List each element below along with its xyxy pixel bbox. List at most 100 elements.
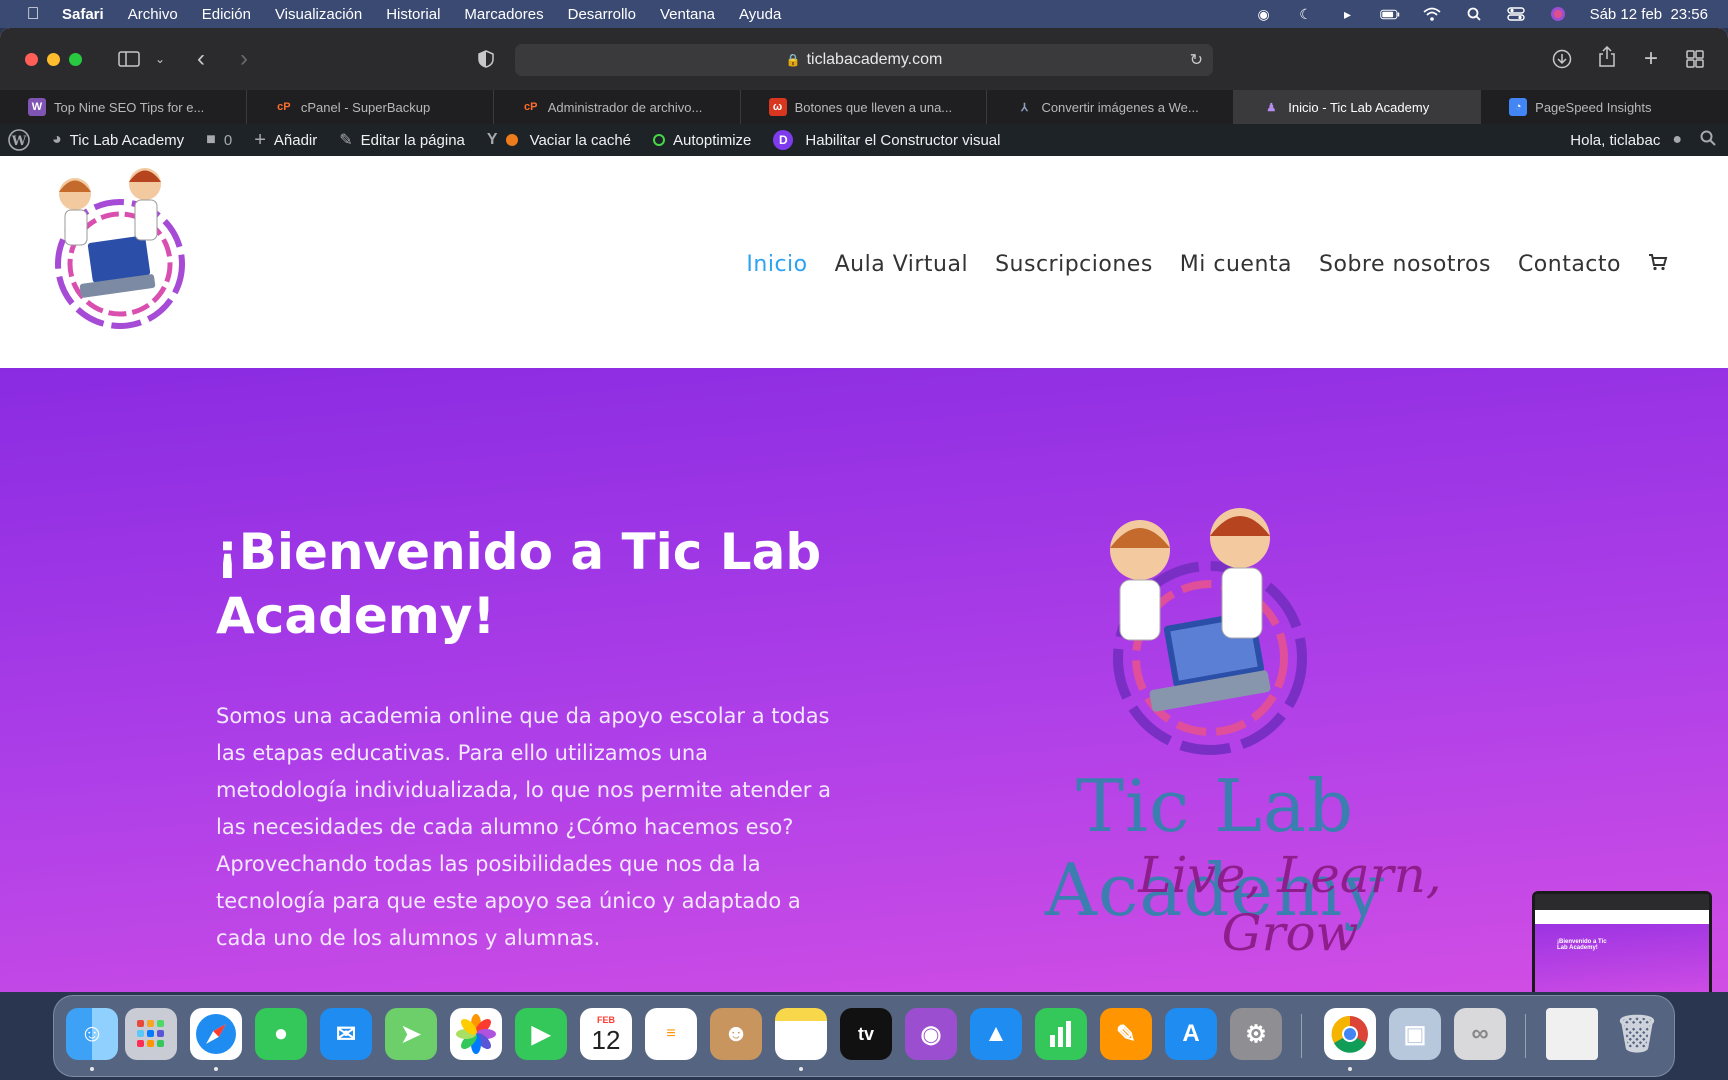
comment-bubble-icon: ■: [206, 131, 216, 148]
apple-icon[interactable]: : [22, 4, 44, 24]
menu-ayuda[interactable]: Ayuda: [739, 6, 781, 23]
back-icon[interactable]: ‹: [187, 45, 215, 73]
tab-overview-icon[interactable]: [1681, 45, 1709, 73]
calendar-icon[interactable]: FEB 12: [580, 1008, 632, 1060]
link-app-icon[interactable]: ∞: [1454, 1008, 1506, 1060]
wp-comments[interactable]: ■ 0: [206, 131, 232, 149]
maps-icon[interactable]: ➤: [385, 1008, 437, 1060]
trash-icon[interactable]: 🗑: [1611, 1008, 1663, 1060]
pencil-icon: ✎: [339, 132, 353, 149]
site-logo[interactable]: [40, 164, 200, 334]
wp-site-menu[interactable]: ◕ Tic Lab Academy: [52, 131, 184, 149]
photos-icon[interactable]: [450, 1008, 502, 1060]
tab-convertir-imagenes[interactable]: ⅄ Convertir imágenes a We...: [987, 90, 1235, 124]
nav-sobre-nosotros[interactable]: Sobre nosotros: [1319, 252, 1491, 277]
finder-icon[interactable]: ☺: [66, 1008, 118, 1060]
recent-window-icon[interactable]: [1546, 1008, 1598, 1060]
wp-clear-cache[interactable]: Vaciar la caché: [530, 132, 631, 149]
reload-icon[interactable]: ↻: [1190, 50, 1203, 70]
wp-edit-page[interactable]: ✎ Editar la página: [339, 130, 465, 150]
nav-mi-cuenta[interactable]: Mi cuenta: [1180, 252, 1292, 277]
apple-tv-icon[interactable]: tv: [840, 1008, 892, 1060]
nav-contacto[interactable]: Contacto: [1518, 252, 1621, 277]
wp-visual-builder[interactable]: D Habilitar el Constructor visual: [773, 130, 1000, 150]
tab-label: PageSpeed Insights: [1535, 99, 1652, 115]
forward-icon[interactable]: ›: [230, 45, 258, 73]
tab-label: Administrador de archivo...: [547, 99, 703, 115]
cart-icon[interactable]: [1648, 253, 1668, 276]
launchpad-icon[interactable]: [125, 1008, 177, 1060]
menu-ventana[interactable]: Ventana: [660, 6, 715, 23]
system-preferences-icon[interactable]: ⚙: [1230, 1008, 1282, 1060]
pages-icon[interactable]: ✎: [1100, 1008, 1152, 1060]
preview-icon[interactable]: ▣: [1389, 1008, 1441, 1060]
chrome-icon[interactable]: [1324, 1008, 1376, 1060]
wp-autoptimize[interactable]: Autoptimize: [653, 132, 751, 149]
menu-visualizacion[interactable]: Visualización: [275, 6, 362, 23]
reminders-icon[interactable]: ≡: [645, 1008, 697, 1060]
tab-label: Convertir imágenes a We...: [1041, 99, 1199, 115]
mail-icon[interactable]: ✉: [320, 1008, 372, 1060]
moon-icon[interactable]: ☾: [1296, 6, 1316, 22]
podcasts-icon[interactable]: ◉: [905, 1008, 957, 1060]
menubar-datetime[interactable]: Sáb 12 feb 23:56: [1590, 6, 1708, 23]
safari-icon[interactable]: [190, 1008, 242, 1060]
divi-icon: D: [773, 130, 794, 150]
yoast-icon[interactable]: Y: [487, 131, 518, 149]
user-avatar-icon[interactable]: ●: [1672, 131, 1682, 149]
facetime-icon[interactable]: ▶: [515, 1008, 567, 1060]
close-window-button[interactable]: [25, 53, 38, 66]
menu-app-name[interactable]: Safari: [62, 6, 104, 23]
dashboard-icon: ◕: [52, 131, 62, 148]
brand-tagline: Live, Learn, Grow: [1138, 846, 1442, 962]
nav-suscripciones[interactable]: Suscripciones: [995, 252, 1153, 277]
siri-icon[interactable]: [1548, 6, 1568, 22]
menu-archivo[interactable]: Archivo: [128, 6, 178, 23]
menu-marcadores[interactable]: Marcadores: [464, 6, 543, 23]
keynote-icon[interactable]: ▲: [970, 1008, 1022, 1060]
downloads-icon[interactable]: [1548, 45, 1576, 73]
tab-file-manager[interactable]: cP Administrador de archivo...: [494, 90, 741, 124]
menu-desarrollo[interactable]: Desarrollo: [568, 6, 636, 23]
site-favicon-icon: ω: [768, 98, 787, 116]
messages-icon[interactable]: ●: [255, 1008, 307, 1060]
wordpress-logo-icon[interactable]: W: [8, 129, 30, 151]
address-bar[interactable]: 🔒 ticlabacademy.com ↻: [515, 44, 1213, 76]
share-icon[interactable]: [1593, 43, 1621, 71]
chevron-down-icon[interactable]: ⌄: [146, 45, 174, 73]
zoom-window-button[interactable]: [69, 53, 82, 66]
safari-toolbar: ⌄ ‹ › 🔒 ticlabacademy.com ↻ +: [0, 28, 1728, 90]
notes-icon[interactable]: [775, 1008, 827, 1060]
menu-historial[interactable]: Historial: [386, 6, 440, 23]
screenshot-thumbnail[interactable]: ¡Bienvenido a Tic Lab Academy!: [1532, 891, 1712, 992]
sidebar-toggle-icon[interactable]: [115, 45, 143, 73]
tab-inicio-active[interactable]: ♟ Inicio - Tic Lab Academy: [1234, 90, 1482, 124]
cpanel-favicon-icon: cP: [523, 101, 538, 113]
creative-cloud-icon[interactable]: ◉: [1254, 6, 1274, 22]
tab-pagespeed[interactable]: ◔ PageSpeed Insights: [1481, 90, 1728, 124]
mute-icon[interactable]: ▸: [1338, 6, 1358, 22]
wp-search-icon[interactable]: [1700, 130, 1716, 150]
macos-menu-bar:  Safari Archivo Edición Visualización H…: [0, 0, 1728, 28]
tab-botones[interactable]: ω Botones que lleven a una...: [741, 90, 988, 124]
wifi-icon[interactable]: [1422, 6, 1442, 22]
menu-edicion[interactable]: Edición: [202, 6, 251, 23]
pagespeed-favicon-icon: ◔: [1509, 98, 1528, 116]
contacts-icon[interactable]: ☻: [710, 1008, 762, 1060]
wp-user-greeting[interactable]: Hola, ticlabac: [1570, 132, 1660, 149]
new-tab-icon[interactable]: +: [1637, 45, 1665, 73]
privacy-shield-icon[interactable]: [472, 45, 500, 73]
battery-icon[interactable]: [1379, 6, 1400, 22]
hero-section: ¡Bienvenido a Tic Lab Academy! Somos una…: [0, 368, 1728, 992]
nav-aula-virtual[interactable]: Aula Virtual: [835, 252, 968, 277]
spotlight-search-icon[interactable]: [1464, 6, 1484, 22]
numbers-icon[interactable]: [1035, 1008, 1087, 1060]
nav-inicio[interactable]: Inicio: [746, 252, 807, 277]
tab-cpanel-backup[interactable]: cP cPanel - SuperBackup: [247, 90, 494, 124]
minimize-window-button[interactable]: [47, 53, 60, 66]
app-store-icon[interactable]: A: [1165, 1008, 1217, 1060]
control-center-icon[interactable]: [1506, 6, 1526, 22]
wp-add-new[interactable]: + Añadir: [254, 129, 317, 152]
edit-page-label: Editar la página: [360, 131, 465, 149]
tab-seo-tips[interactable]: W Top Nine SEO Tips for e...: [0, 90, 247, 124]
